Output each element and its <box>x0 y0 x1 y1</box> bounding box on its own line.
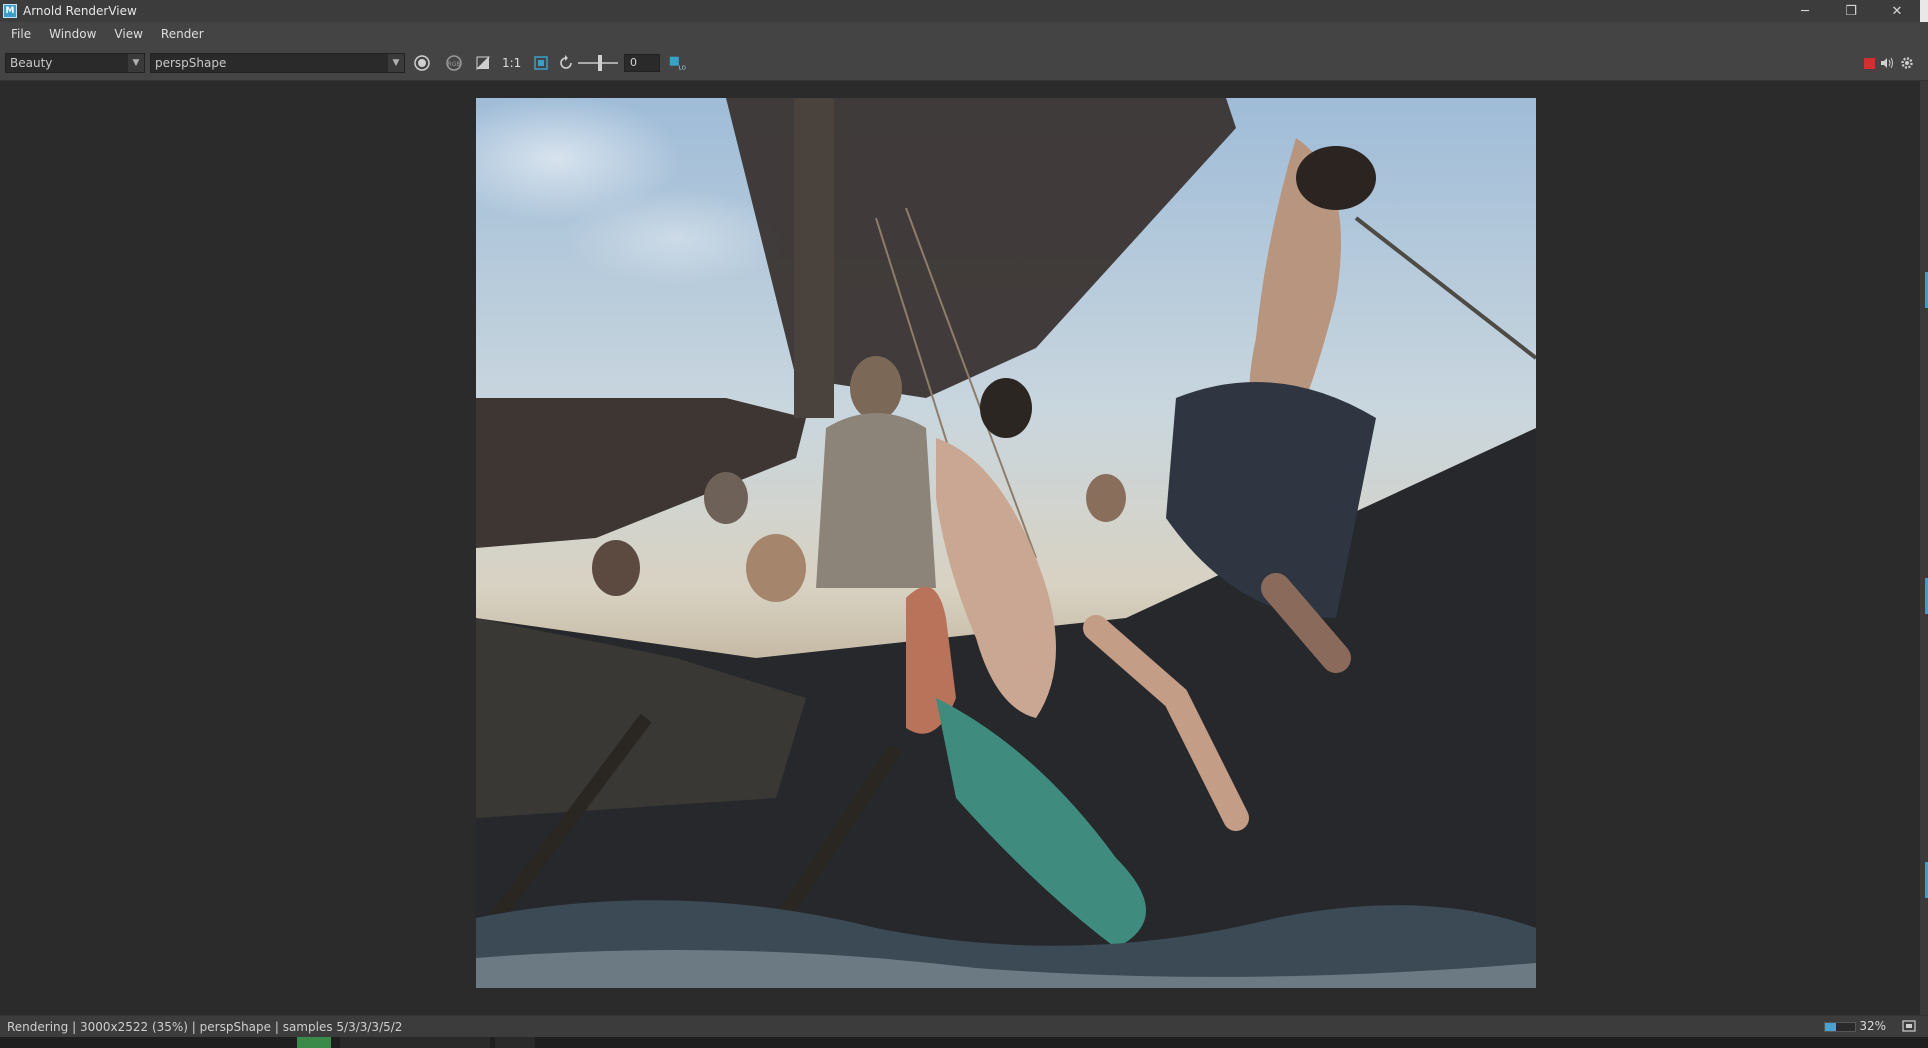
ratio-label[interactable]: 1:1 <box>502 56 521 70</box>
toolbar: Beauty ▼ perspShape ▼ RGB 1:1 0 LOG <box>0 46 1928 81</box>
chevron-down-icon: ▼ <box>388 54 404 72</box>
window-title: Arnold RenderView <box>23 4 137 18</box>
menu-window[interactable]: Window <box>40 27 105 41</box>
aov-dropdown[interactable]: Beauty ▼ <box>5 53 145 73</box>
figure-head-shape <box>1086 474 1126 522</box>
figure-head-shape <box>746 534 806 602</box>
taskbar-item[interactable] <box>297 1037 331 1048</box>
contrast-icon[interactable] <box>474 54 492 72</box>
figure-body-shape <box>816 413 936 588</box>
camera-dropdown-value: perspShape <box>155 56 227 70</box>
figure-head-shape <box>850 356 902 420</box>
svg-text:LOG: LOG <box>679 65 686 71</box>
taskbar-item[interactable] <box>495 1037 535 1048</box>
refresh-icon[interactable] <box>557 54 575 72</box>
title-bar: M Arnold RenderView ─ ❐ ✕ <box>0 0 1928 22</box>
sound-icon[interactable] <box>1879 54 1895 72</box>
menu-file[interactable]: File <box>0 27 40 41</box>
render-illustration <box>476 98 1536 988</box>
render-region-icon[interactable] <box>413 54 431 72</box>
render-progress-bar <box>1824 1022 1856 1032</box>
rgb-channel-icon[interactable]: RGB <box>445 54 463 72</box>
left-sail-shape <box>476 398 806 548</box>
exposure-slider-handle[interactable] <box>598 55 602 71</box>
spear-shape <box>1354 216 1536 360</box>
figure-head-shape <box>704 472 748 524</box>
status-bar: Rendering | 3000x2522 (35%) | perspShape… <box>0 1015 1928 1038</box>
svg-text:RGB: RGB <box>448 61 461 68</box>
minimize-button[interactable]: ─ <box>1782 0 1828 22</box>
window-controls: ─ ❐ ✕ <box>1782 0 1928 22</box>
figure-head-shape <box>592 540 640 596</box>
figure-hair-shape <box>980 378 1032 438</box>
rendered-image[interactable] <box>476 98 1536 988</box>
render-progress-fill <box>1825 1023 1836 1031</box>
menu-bar: File Window View Render <box>0 22 1928 46</box>
window-edge <box>1920 0 1928 22</box>
camera-dropdown[interactable]: perspShape ▼ <box>150 53 405 73</box>
figure-hair-shape <box>1296 146 1376 210</box>
taskbar-strip <box>0 1037 1928 1048</box>
exposure-field[interactable]: 0 <box>624 54 660 72</box>
aov-dropdown-value: Beauty <box>10 56 53 70</box>
log-icon[interactable]: LOG <box>668 54 686 72</box>
close-button[interactable]: ✕ <box>1874 0 1920 22</box>
settings-icon[interactable] <box>1899 54 1915 72</box>
restore-button[interactable]: ❐ <box>1828 0 1874 22</box>
menu-render[interactable]: Render <box>152 27 213 41</box>
menu-view[interactable]: View <box>105 27 151 41</box>
taskbar-item[interactable] <box>340 1037 490 1048</box>
mast-shape <box>794 98 834 418</box>
zoom-level[interactable]: 32% <box>1859 1019 1886 1033</box>
chevron-down-icon: ▼ <box>128 54 144 72</box>
snapshot-icon[interactable] <box>1902 1020 1916 1032</box>
render-status-text: Rendering | 3000x2522 (35%) | perspShape… <box>7 1020 403 1034</box>
arnold-app-icon: M <box>3 4 17 18</box>
stop-render-icon[interactable] <box>1862 54 1876 72</box>
fit-frame-icon[interactable] <box>532 54 550 72</box>
